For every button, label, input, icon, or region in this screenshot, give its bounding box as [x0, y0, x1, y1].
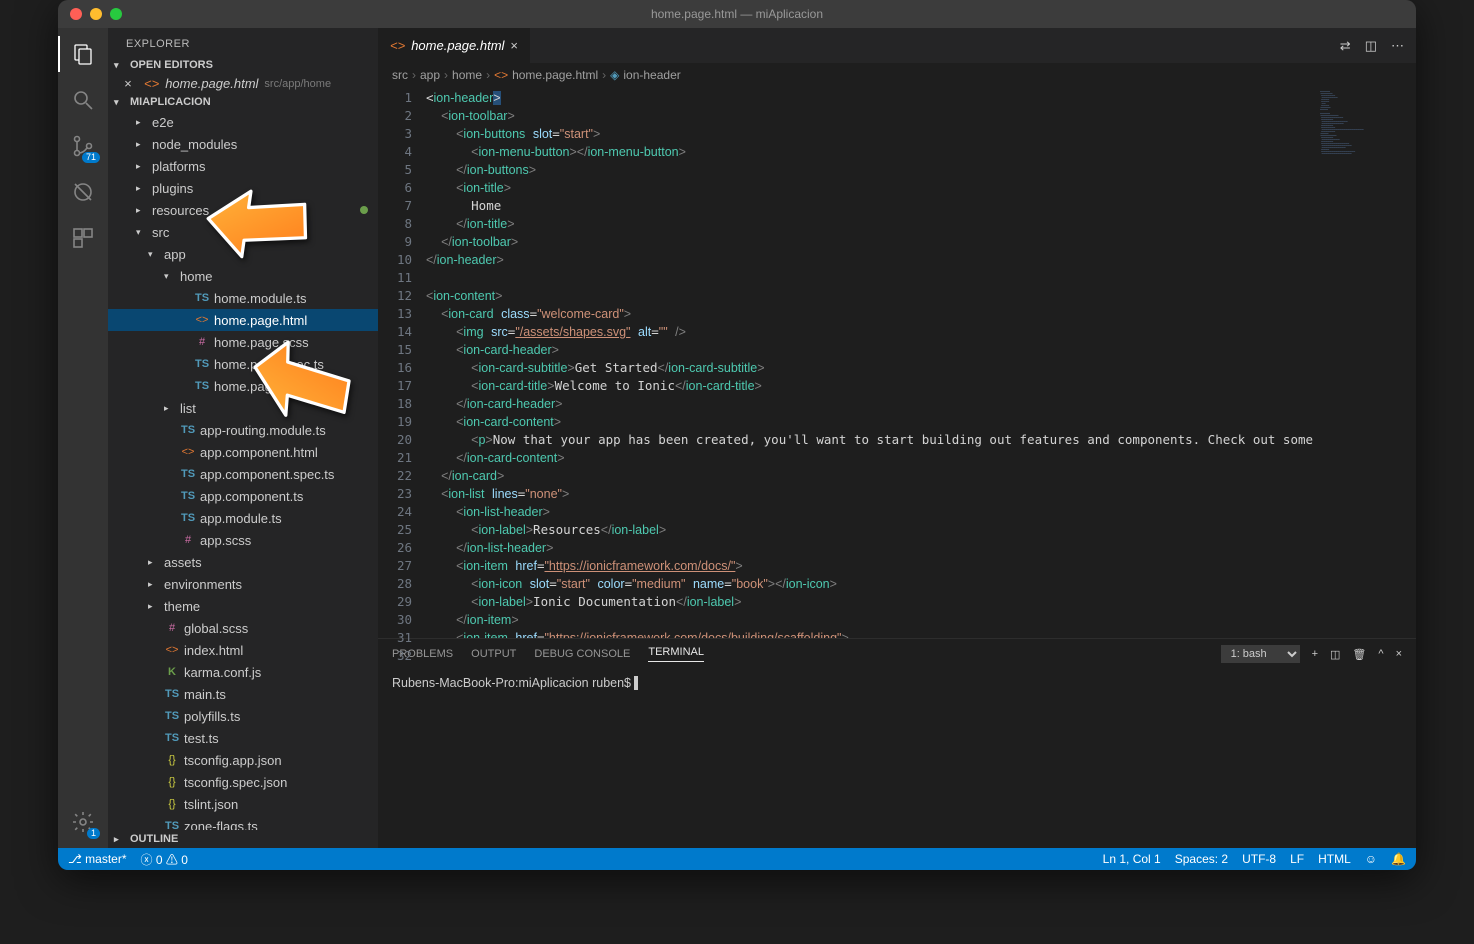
tree-item[interactable]: Kkarma.conf.js — [108, 661, 378, 683]
breadcrumbs[interactable]: src› app› home› <> home.page.html› ◈ ion… — [378, 63, 1416, 87]
split-editor-icon[interactable]: ◫ — [1365, 38, 1377, 54]
project-header[interactable]: ▾MIAPLICACION — [108, 93, 378, 111]
open-editors-header[interactable]: ▾OPEN EDITORS — [108, 56, 378, 74]
minimap[interactable]: ▬▬▬▬▬ ▬▬▬▬▬▬ ▬▬▬▬▬▬▬ ▬▬▬▬▬▬▬▬ ▬▬▬▬ ▬▬▬▬ … — [1316, 87, 1416, 638]
html-file-icon: <> — [494, 68, 508, 82]
tab-home-page-html[interactable]: <> home.page.html × — [378, 28, 531, 63]
tree-item[interactable]: ▸platforms — [108, 155, 378, 177]
debug-icon[interactable] — [69, 178, 97, 206]
status-feedback-icon[interactable]: ☺ — [1365, 852, 1377, 866]
tree-item[interactable]: #global.scss — [108, 617, 378, 639]
terminal-selector[interactable]: 1: bash — [1221, 645, 1300, 663]
panel-tab-debug-console[interactable]: DEBUG CONSOLE — [534, 648, 630, 660]
code-editor[interactable]: <ion-header> <ion-toolbar> <ion-buttons … — [426, 87, 1316, 638]
status-eol[interactable]: LF — [1290, 852, 1304, 866]
tree-item[interactable]: TSapp.component.spec.ts — [108, 463, 378, 485]
window-zoom-icon[interactable] — [110, 8, 122, 20]
annotation-arrow-icon — [248, 340, 358, 445]
status-indentation[interactable]: Spaces: 2 — [1175, 852, 1228, 866]
open-editor-item[interactable]: × <> home.page.html src/app/home — [108, 74, 378, 93]
bottom-panel: PROBLEMS OUTPUT DEBUG CONSOLE TERMINAL 1… — [378, 638, 1416, 848]
terminal[interactable]: Rubens-MacBook-Pro:miAplicacion ruben$ — [378, 669, 1416, 848]
status-encoding[interactable]: UTF-8 — [1242, 852, 1276, 866]
outline-header[interactable]: ▸OUTLINE — [108, 830, 378, 848]
tree-item[interactable]: TShome.module.ts — [108, 287, 378, 309]
scm-badge: 71 — [82, 152, 100, 163]
html-file-icon: <> — [144, 76, 159, 91]
element-icon: ◈ — [610, 68, 619, 82]
more-actions-icon[interactable]: ⋯ — [1391, 38, 1404, 54]
tree-item[interactable]: ▸node_modules — [108, 133, 378, 155]
titlebar: home.page.html — miAplicacion — [58, 0, 1416, 28]
tree-item[interactable]: #app.scss — [108, 529, 378, 551]
tree-item[interactable]: ▸environments — [108, 573, 378, 595]
status-bar: ⎇ master* ⓧ 0 ⚠ 0 Ln 1, Col 1 Spaces: 2 … — [58, 848, 1416, 870]
split-terminal-icon[interactable]: ◫ — [1330, 648, 1340, 661]
editor-area: <> home.page.html × ⇄ ◫ ⋯ src› app› home… — [378, 28, 1416, 848]
new-terminal-icon[interactable]: + — [1312, 648, 1318, 660]
settings-gear-icon[interactable]: 1 — [69, 808, 97, 836]
tree-item[interactable]: {}tslint.json — [108, 793, 378, 815]
tree-item[interactable]: <>home.page.html — [108, 309, 378, 331]
compare-icon[interactable]: ⇄ — [1340, 38, 1351, 54]
tree-item[interactable]: <>index.html — [108, 639, 378, 661]
sidebar-title: EXPLORER — [108, 28, 378, 56]
tree-item[interactable]: ▸theme — [108, 595, 378, 617]
explorer-icon[interactable] — [69, 40, 97, 68]
line-number-gutter: 1234567891011121314151617181920212223242… — [378, 87, 426, 638]
window-minimize-icon[interactable] — [90, 8, 102, 20]
kill-terminal-icon[interactable]: 🗑 — [1352, 648, 1366, 661]
status-branch[interactable]: ⎇ master* — [68, 852, 127, 866]
window-title: home.page.html — miAplicacion — [651, 7, 823, 21]
settings-badge: 1 — [87, 828, 100, 839]
html-file-icon: <> — [390, 38, 405, 53]
source-control-icon[interactable]: 71 — [69, 132, 97, 160]
tree-item[interactable]: TSmain.ts — [108, 683, 378, 705]
tree-item[interactable]: {}tsconfig.spec.json — [108, 771, 378, 793]
maximize-panel-icon[interactable]: ^ — [1378, 648, 1383, 660]
activity-bar: 71 1 — [58, 28, 108, 848]
status-problems[interactable]: ⓧ 0 ⚠ 0 — [141, 851, 188, 868]
tree-item[interactable]: TSapp.module.ts — [108, 507, 378, 529]
tree-item[interactable]: ▸assets — [108, 551, 378, 573]
tree-item[interactable]: {}tsconfig.app.json — [108, 749, 378, 771]
status-notifications-icon[interactable]: 🔔 — [1391, 852, 1406, 866]
close-icon[interactable]: × — [124, 76, 138, 91]
close-tab-icon[interactable]: × — [510, 38, 518, 53]
panel-tab-output[interactable]: OUTPUT — [471, 648, 516, 660]
editor-tabs: <> home.page.html × ⇄ ◫ ⋯ — [378, 28, 1416, 63]
window-close-icon[interactable] — [70, 8, 82, 20]
tree-item[interactable]: TSpolyfills.ts — [108, 705, 378, 727]
tree-item[interactable]: ▸e2e — [108, 111, 378, 133]
tree-item[interactable]: TStest.ts — [108, 727, 378, 749]
search-icon[interactable] — [69, 86, 97, 114]
status-language[interactable]: HTML — [1318, 852, 1351, 866]
tree-item[interactable]: TSzone-flags.ts — [108, 815, 378, 830]
close-panel-icon[interactable]: × — [1396, 648, 1402, 660]
panel-tab-terminal[interactable]: TERMINAL — [648, 646, 704, 662]
tree-item[interactable]: TSapp.component.ts — [108, 485, 378, 507]
extensions-icon[interactable] — [69, 224, 97, 252]
annotation-arrow-icon — [203, 175, 313, 280]
status-cursor-position[interactable]: Ln 1, Col 1 — [1103, 852, 1161, 866]
